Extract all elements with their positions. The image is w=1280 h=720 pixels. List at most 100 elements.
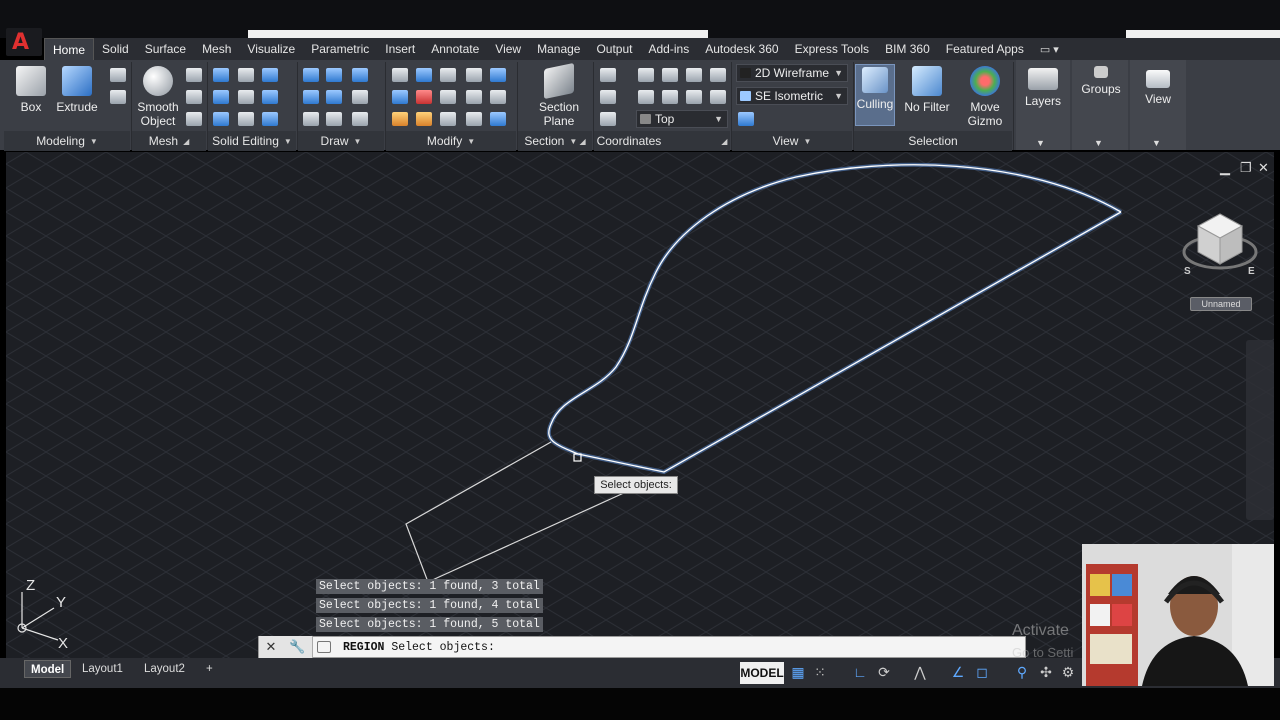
panel-view[interactable]: View ▼ — [732, 131, 852, 151]
move-gizmo-button[interactable]: Move Gizmo — [958, 64, 1012, 128]
tab-mesh[interactable]: Mesh — [194, 38, 239, 60]
application-menu-button[interactable]: A — [6, 28, 42, 56]
minimize-icon[interactable]: ▁ — [1220, 160, 1230, 176]
union-icon[interactable] — [213, 68, 229, 82]
ucs-dropdown[interactable]: Top ▼ — [636, 110, 728, 128]
named-view-dropdown[interactable]: Unnamed — [1190, 297, 1252, 311]
panel-draw[interactable]: Draw ▼ — [298, 131, 384, 151]
visual-style-dropdown[interactable]: 2D Wireframe ▼ — [736, 64, 848, 82]
interfere-icon[interactable] — [238, 68, 254, 82]
polar-icon[interactable]: ⟳ — [876, 664, 892, 680]
view-button[interactable]: View — [1131, 64, 1185, 128]
ucs-y-icon[interactable] — [662, 90, 678, 104]
scale-icon[interactable] — [416, 112, 432, 126]
tab-add-ins[interactable]: Add-ins — [641, 38, 698, 60]
viewport-config-icon[interactable] — [738, 112, 754, 126]
tab-annotate[interactable]: Annotate — [423, 38, 487, 60]
polysolid-icon[interactable] — [110, 68, 126, 82]
line-icon[interactable] — [303, 68, 319, 82]
restore-icon[interactable]: ❐ — [1240, 160, 1252, 176]
isodraft-icon[interactable]: ⋀ — [912, 664, 928, 680]
panel-mesh[interactable]: Mesh ◢ — [132, 131, 206, 151]
presspull-icon[interactable] — [110, 90, 126, 104]
workspace-icon[interactable]: ⚙ — [1060, 664, 1076, 680]
extrude-button[interactable]: Extrude — [50, 64, 104, 128]
model-space-button[interactable]: MODEL — [740, 662, 784, 684]
panel-modeling[interactable]: Modeling ▼ — [4, 131, 130, 151]
ucs-icon[interactable] — [600, 68, 616, 82]
panel-coordinates[interactable]: Coordinates ◢ — [594, 131, 730, 151]
extract-edges-icon[interactable] — [262, 68, 278, 82]
separate-icon[interactable] — [262, 112, 278, 126]
3d-polyline-icon[interactable] — [326, 90, 342, 104]
trim-icon[interactable] — [490, 68, 506, 82]
tab-home[interactable]: Home — [44, 38, 95, 60]
tab-parametric[interactable]: Parametric — [303, 38, 377, 60]
panel-solid-editing[interactable]: Solid Editing ▼ — [208, 131, 296, 151]
ucs-view-icon[interactable] — [638, 68, 654, 82]
spline-icon[interactable] — [326, 68, 342, 82]
rectangle-icon[interactable] — [326, 112, 342, 126]
command-input[interactable]: REGION Select objects: — [343, 641, 495, 654]
offset-icon[interactable] — [466, 112, 482, 126]
tab-manage[interactable]: Manage — [529, 38, 588, 60]
3d-rotate-icon[interactable] — [466, 68, 482, 82]
tab-output[interactable]: Output — [588, 38, 640, 60]
explode-icon[interactable] — [490, 112, 506, 126]
tab-surface[interactable]: Surface — [137, 38, 194, 60]
groups-button[interactable]: Groups — [1074, 64, 1128, 128]
snap-icon[interactable]: ⁙ — [812, 664, 828, 680]
mirror-icon[interactable] — [416, 90, 432, 104]
object-snap-icon[interactable]: ◻ — [974, 664, 990, 680]
no-filter-button[interactable]: No Filter — [900, 64, 954, 128]
tab-bim-360[interactable]: BIM 360 — [877, 38, 938, 60]
polyline-icon[interactable] — [303, 90, 319, 104]
panel-section[interactable]: Section ▼ ◢ — [518, 131, 592, 151]
tab-insert[interactable]: Insert — [377, 38, 423, 60]
tab-solid[interactable]: Solid — [94, 38, 137, 60]
mesh-smooth-more-icon[interactable] — [186, 68, 202, 82]
tab-visualize[interactable]: Visualize — [239, 38, 303, 60]
layout-tab-layout2[interactable]: Layout2 — [138, 660, 191, 678]
mesh-refine-icon[interactable] — [186, 112, 202, 126]
close-icon[interactable]: ✕ — [1258, 160, 1269, 176]
layers-button[interactable]: Layers — [1016, 64, 1070, 128]
layout-tab-model[interactable]: Model — [24, 660, 72, 678]
annotation-visibility-icon[interactable]: ✣ — [1038, 664, 1054, 680]
ucs-face-icon[interactable] — [710, 90, 726, 104]
view-preset-dropdown[interactable]: SE Isometric ▼ — [736, 87, 848, 105]
fillet-icon[interactable] — [440, 90, 456, 104]
extrude-faces-icon[interactable] — [262, 90, 278, 104]
slice-icon[interactable] — [238, 90, 254, 104]
ortho-icon[interactable]: ∟ — [852, 664, 868, 680]
viewcube[interactable]: S E — [1180, 208, 1260, 288]
chamfer-icon[interactable] — [490, 90, 506, 104]
ucs-z-icon[interactable] — [686, 68, 702, 82]
chevron-down-icon[interactable]: ▼ — [1094, 138, 1103, 148]
panel-selection[interactable]: Selection — [854, 131, 1012, 151]
circle-icon[interactable] — [352, 90, 368, 104]
array-icon[interactable] — [440, 112, 456, 126]
command-line[interactable]: ✕ 🔧 REGION Select objects: — [258, 636, 1026, 658]
smooth-object-button[interactable]: Smooth Object — [132, 64, 184, 128]
mesh-smooth-less-icon[interactable] — [186, 90, 202, 104]
arc-icon[interactable] — [352, 68, 368, 82]
thicken-icon[interactable] — [238, 112, 254, 126]
chevron-down-icon[interactable]: ▼ — [1152, 138, 1161, 148]
ucs-x-icon[interactable] — [662, 68, 678, 82]
section-plane-button[interactable]: Section Plane — [530, 62, 588, 128]
ucs-world-icon[interactable] — [600, 90, 616, 104]
layout-tab-layout1[interactable]: Layout1 — [76, 660, 129, 678]
ucs-named-icon[interactable] — [710, 68, 726, 82]
panel-modify[interactable]: Modify ▼ — [386, 131, 516, 151]
chevron-down-icon[interactable]: ▼ — [1036, 138, 1045, 148]
command-prompt-icon[interactable] — [317, 641, 331, 653]
grid-icon[interactable]: ▦ — [790, 664, 806, 680]
align-icon[interactable] — [466, 90, 482, 104]
tab-autodesk-360[interactable]: Autodesk 360 — [697, 38, 786, 60]
tab-featured-apps[interactable]: Featured Apps — [938, 38, 1032, 60]
copy-icon[interactable] — [392, 90, 408, 104]
culling-button[interactable]: Culling — [855, 64, 895, 126]
tab-express-tools[interactable]: Express Tools — [787, 38, 877, 60]
stretch-icon[interactable] — [392, 112, 408, 126]
